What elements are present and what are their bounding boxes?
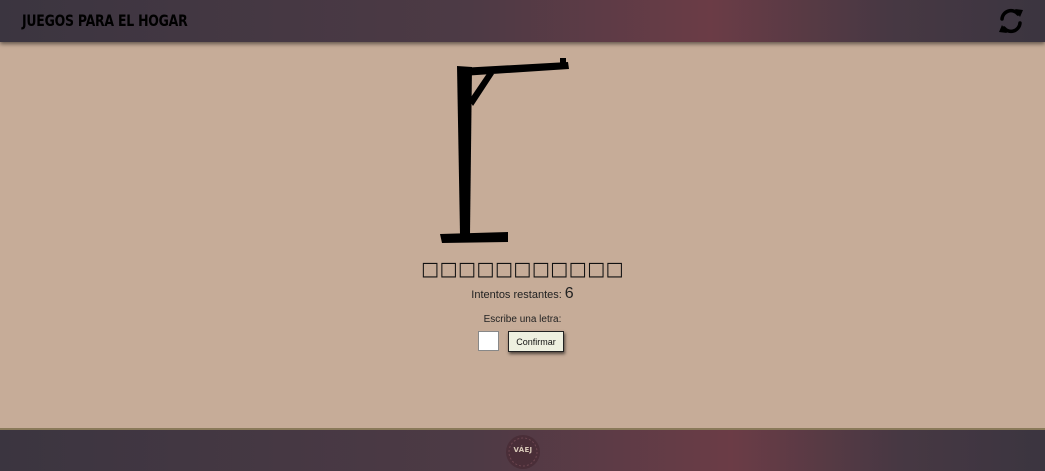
footer-bar: VÁEJ — [0, 428, 1045, 471]
logo-text: VÁEJ — [513, 446, 533, 454]
letter-input[interactable] — [478, 331, 499, 351]
letter-prompt: Escribe una letra: — [483, 314, 562, 325]
word-mask: □□□□□□□□□□□ — [421, 258, 624, 280]
tries-label: Intentos restantes: — [471, 289, 562, 301]
refresh-icon[interactable] — [996, 6, 1026, 36]
gallows-drawing — [438, 58, 574, 246]
brand-logo[interactable]: VÁEJ — [505, 434, 541, 470]
remaining-tries: Intentos restantes: 6 — [0, 285, 1045, 303]
page-title: JUEGOS PARA EL HOGAR — [22, 11, 188, 30]
confirm-button[interactable]: Confirmar — [508, 331, 564, 352]
tries-count: 6 — [564, 285, 574, 302]
header-bar: JUEGOS PARA EL HOGAR — [0, 0, 1045, 42]
